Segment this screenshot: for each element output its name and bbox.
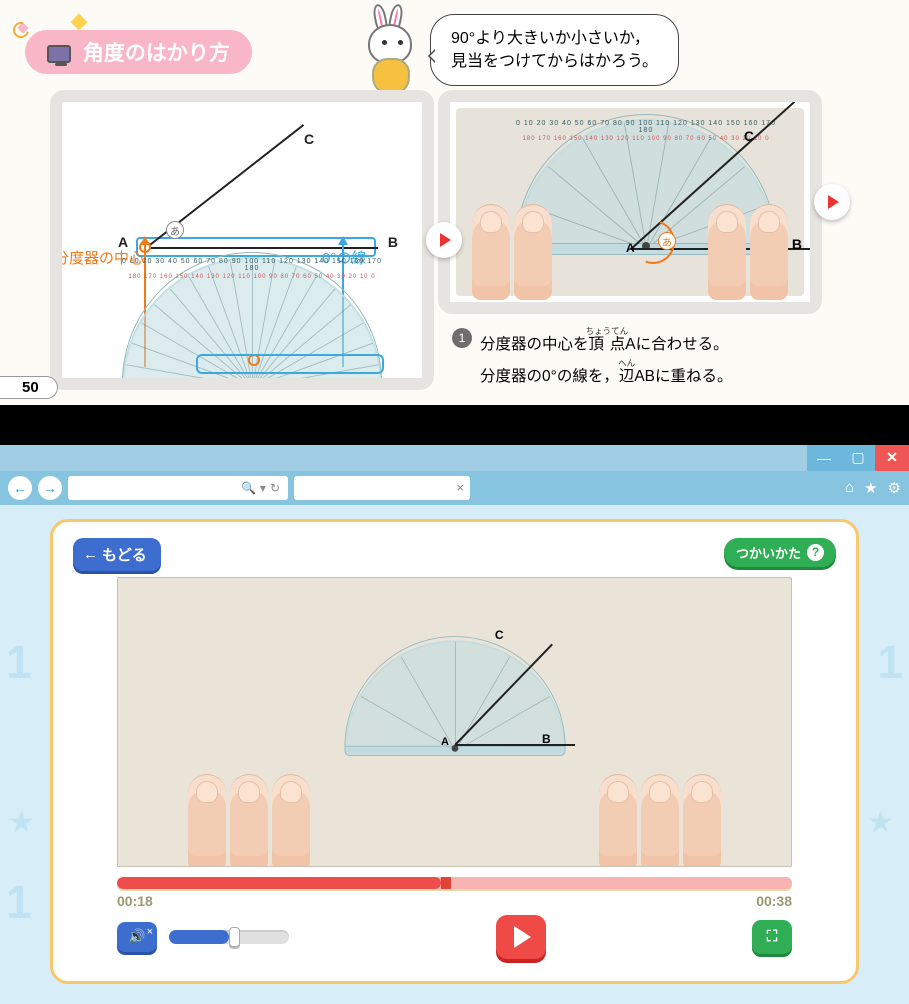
panel-1-wrap: A B C あ 分度器の中心 0°の線 0 10 20 30 40 50 60 …	[50, 90, 434, 390]
mute-button[interactable]: 🔊 ×	[117, 922, 157, 952]
window-minimize-button[interactable]: —	[807, 445, 841, 471]
label-B: B	[792, 236, 802, 252]
protractor-center-dot	[248, 380, 256, 388]
fullscreen-icon: ⛶	[767, 928, 778, 945]
help-button[interactable]: つかいかた ?	[724, 538, 836, 567]
help-label: つかいかた	[736, 543, 801, 562]
play-panel-button[interactable]	[426, 222, 462, 258]
home-icon[interactable]: ⌂	[845, 479, 854, 497]
progress-knob[interactable]	[441, 877, 451, 889]
refresh-icon[interactable]: ↻	[270, 481, 280, 495]
photo-panel-2: 0 10 20 30 40 50 60 70 80 90 100 110 120…	[438, 90, 822, 314]
angle-badge: あ	[166, 221, 184, 239]
search-icon: 🔍	[241, 481, 256, 495]
hand-right	[599, 774, 721, 867]
label-C: C	[304, 131, 314, 147]
ray-AB	[455, 744, 575, 746]
angle-badge: あ	[658, 232, 676, 250]
protractor-inner-ticks: 180 170 160 150 140 130 120 110 100 90 8…	[122, 274, 382, 280]
diagram-panel-1: A B C あ 分度器の中心 0°の線 0 10 20 30 40 50 60 …	[50, 90, 434, 390]
hand-right	[708, 204, 788, 300]
back-button[interactable]: ← もどる	[73, 538, 161, 571]
panel-2-column: 0 10 20 30 40 50 60 70 80 90 100 110 120…	[438, 90, 822, 391]
star-icon: ★	[867, 805, 901, 839]
nav-back-button[interactable]: ←	[8, 476, 32, 500]
label-C: C	[495, 628, 504, 642]
secondary-field[interactable]: ×	[294, 476, 470, 500]
page-number-tab: 50	[0, 376, 58, 399]
progress-bar[interactable]: 00:18 00:38	[117, 877, 792, 909]
sparkle-icon	[71, 14, 88, 31]
hand-left	[188, 774, 310, 867]
highlight-zero-line	[196, 354, 384, 374]
window-maximize-button[interactable]: ▢	[841, 445, 875, 471]
star-icon[interactable]: ★	[864, 479, 877, 497]
textbook-page: 角度のはかり方 90°より大きいか小さいか， 見当をつけてからはかろう。	[0, 0, 909, 405]
mute-x-icon: ×	[147, 926, 153, 938]
section-divider	[0, 405, 909, 445]
title-bar: 角度のはかり方 90°より大きいか小さいか， 見当をつけてからはかろう。	[0, 10, 899, 90]
bg-number: 1	[877, 635, 903, 689]
step-caption: 1 分度器の中心を頂点ちょうてんAに合わせる。 分度器の0°の線を，辺へんABに…	[438, 314, 822, 391]
time-current: 00:18	[117, 893, 153, 909]
nav-forward-button[interactable]: →	[38, 476, 62, 500]
label-C: C	[744, 128, 754, 144]
play-button[interactable]	[496, 915, 546, 959]
hand-left	[472, 204, 552, 300]
speech-line: 見当をつけてからはかろう。	[451, 50, 658, 73]
speech-bubble: 90°より大きいか小さいか， 見当をつけてからはかろう。	[430, 14, 679, 86]
browser-toolbar: ← → 🔍 ▾ ↻ × ⌂ ★ ⚙	[0, 471, 909, 505]
speech-line: 90°より大きいか小さいか，	[451, 27, 658, 50]
protractor	[344, 636, 565, 751]
lesson-title: 角度のはかり方	[83, 42, 230, 65]
gear-icon[interactable]: ⚙	[888, 479, 901, 497]
question-icon: ?	[807, 544, 824, 561]
window-close-button[interactable]: ✕	[875, 445, 909, 471]
star-icon: ★	[8, 805, 42, 839]
arrow-left-icon: ←	[83, 546, 98, 563]
speaker-icon: 🔊	[128, 928, 145, 945]
dropdown-icon: ▾	[260, 481, 266, 495]
play-panel-button[interactable]	[814, 184, 850, 220]
lesson-banner: 角度のはかり方	[25, 30, 252, 74]
back-label: もどる	[102, 544, 147, 565]
content-frame: ← もどる つかいかた ? A B	[50, 519, 859, 984]
label-B: B	[388, 234, 398, 250]
step-number-icon: 1	[452, 328, 472, 348]
app-window: — ▢ ✕ ← → 🔍 ▾ ↻ × ⌂ ★ ⚙ 1 ★ 1 1 ★ ←	[0, 445, 909, 1004]
caption-line: 分度器の中心を頂点ちょうてんAに合わせる。	[480, 326, 733, 358]
video-viewport[interactable]: A B C	[117, 577, 792, 867]
search-address-field[interactable]: 🔍 ▾ ↻	[68, 476, 288, 500]
protractor-outer-ticks: 0 10 20 30 40 50 60 70 80 90 100 110 120…	[122, 258, 382, 272]
time-total: 00:38	[756, 893, 792, 909]
volume-slider[interactable]	[169, 930, 289, 944]
label-B: B	[542, 732, 551, 746]
app-body: 1 ★ 1 1 ★ ← もどる つかいかた ?	[0, 505, 909, 1004]
panels-row: A B C あ 分度器の中心 0°の線 0 10 20 30 40 50 60 …	[0, 90, 899, 405]
volume-knob[interactable]	[229, 927, 240, 947]
tv-icon	[47, 45, 71, 63]
caption-line: 分度器の0°の線を，辺へんABに重ねる。	[480, 358, 733, 390]
bg-number: 1	[6, 635, 32, 689]
player-controls: 🔊 × ⛶	[117, 915, 792, 959]
label-A: A	[626, 241, 635, 255]
clear-icon[interactable]: ×	[456, 480, 464, 495]
bg-number: 1	[6, 875, 32, 929]
window-titlebar: — ▢ ✕	[0, 445, 909, 471]
label-A: A	[441, 736, 449, 748]
